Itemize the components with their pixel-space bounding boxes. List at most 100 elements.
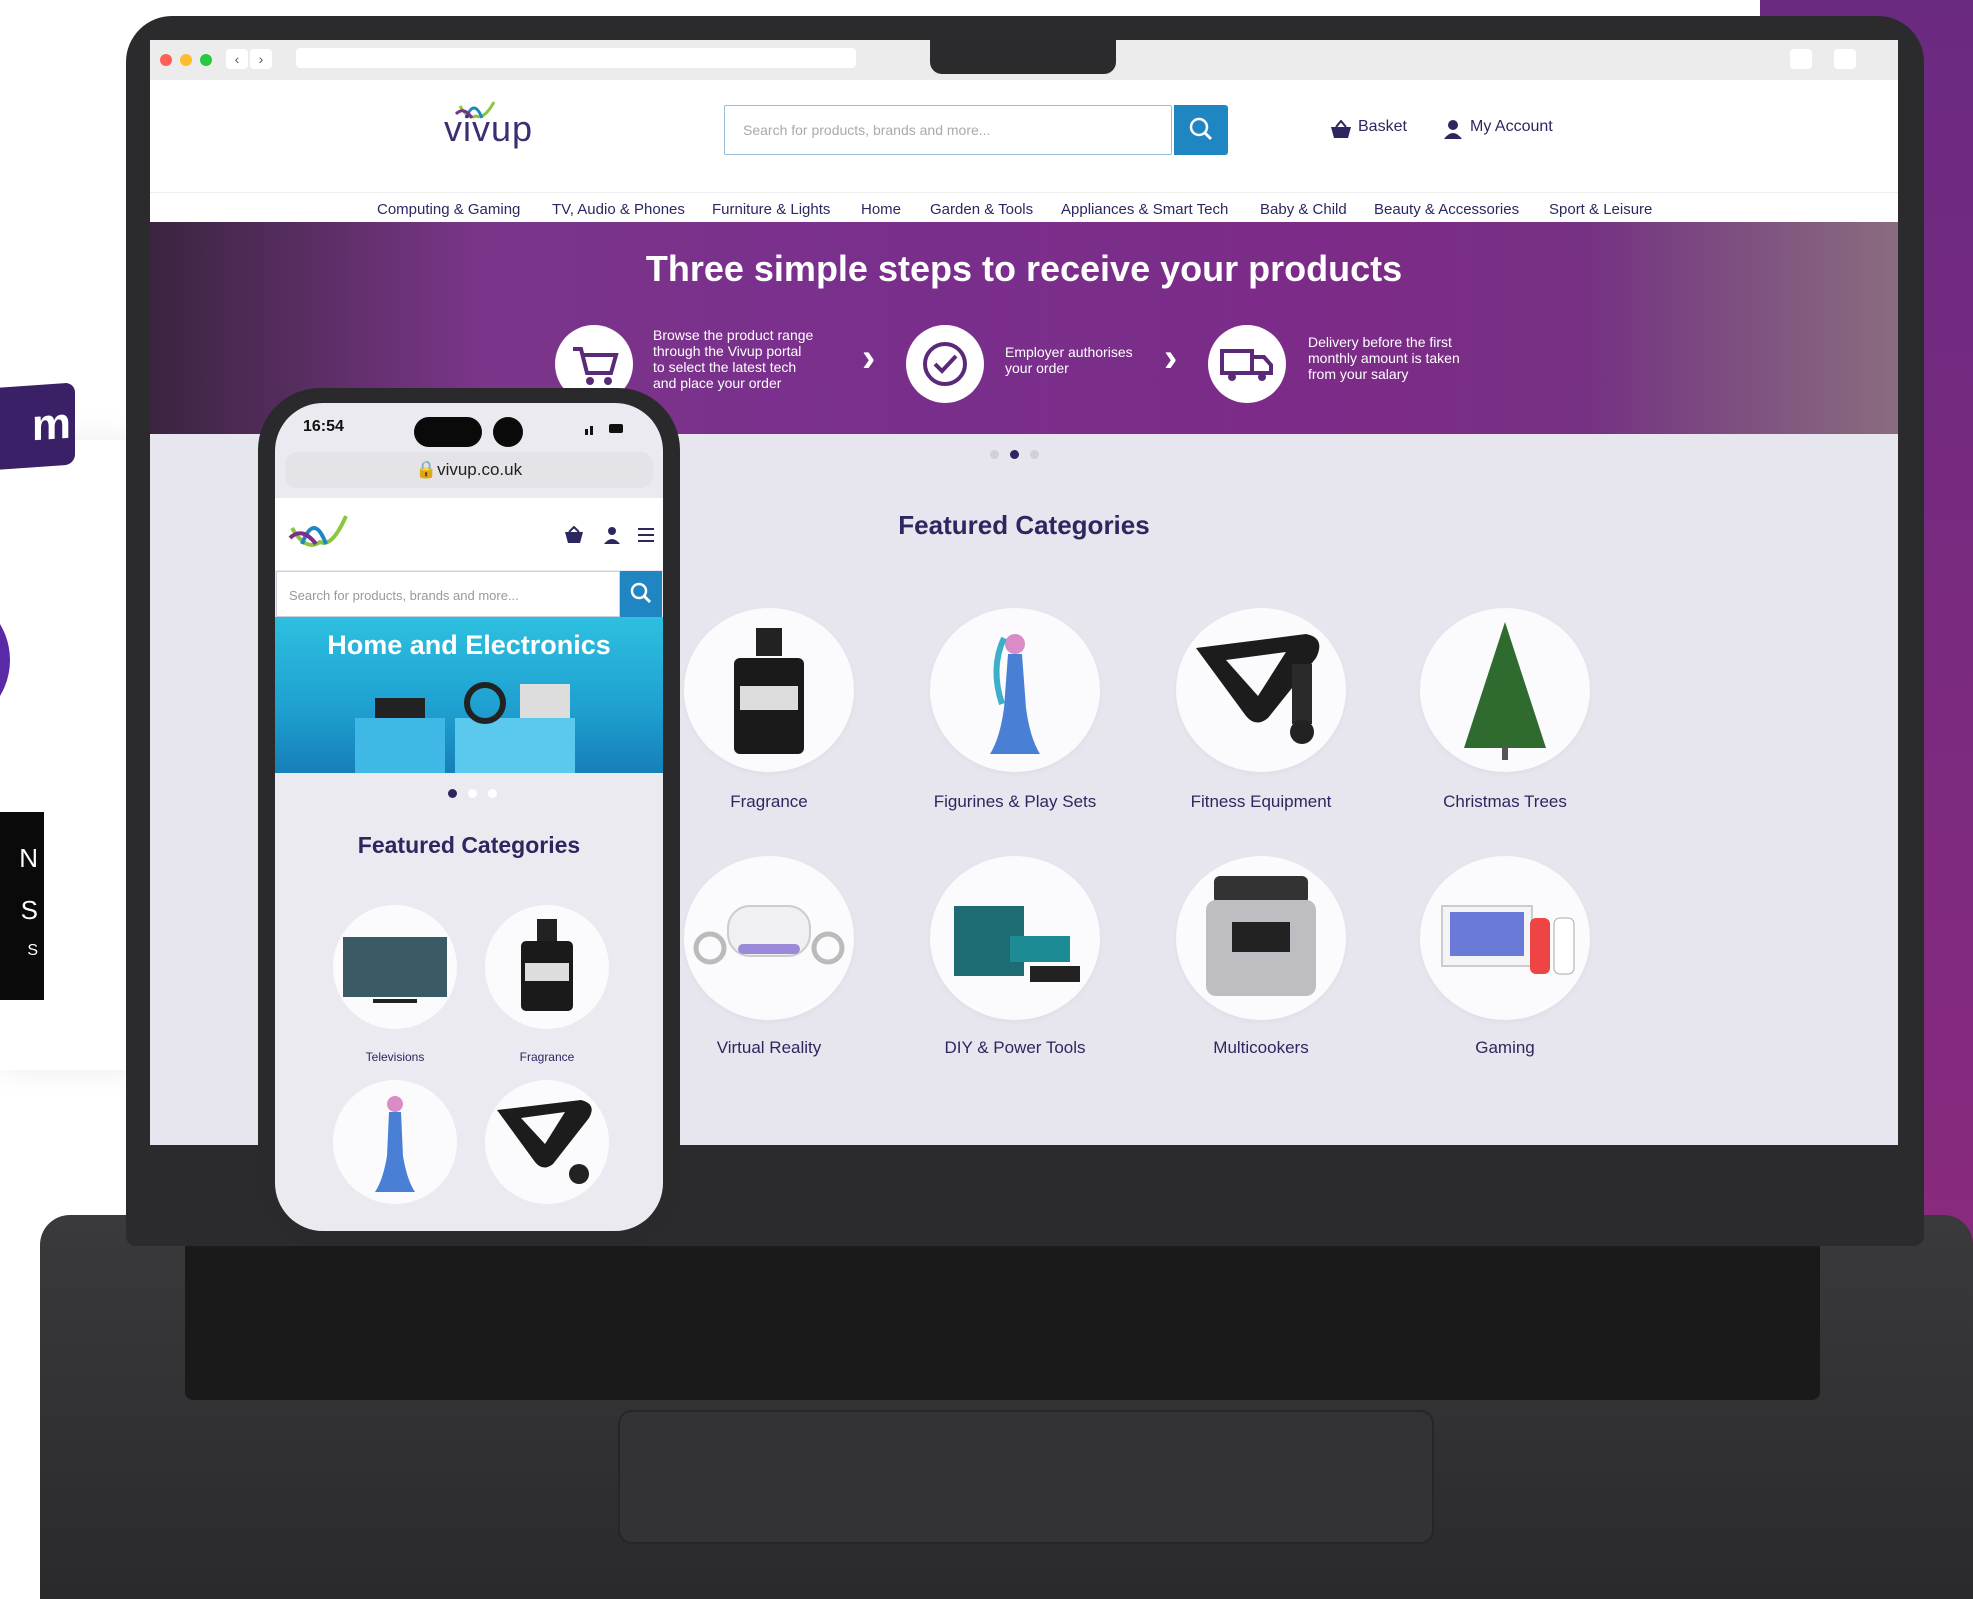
category-label-gaming[interactable]: Gaming: [1395, 1038, 1615, 1058]
nav-appliances-smart-tech[interactable]: Appliances & Smart Tech: [1061, 201, 1228, 218]
carousel-dot[interactable]: [990, 450, 999, 459]
battery-icon: [585, 424, 623, 435]
phone-carousel-dot[interactable]: [488, 789, 497, 798]
phone-dynamic-island: [414, 417, 482, 447]
nav-furniture-lights[interactable]: Furniture & Lights: [712, 201, 830, 218]
category-diy-image[interactable]: [930, 856, 1100, 1020]
vr-headset-icon: [693, 905, 845, 965]
carousel-dot[interactable]: [1030, 450, 1039, 459]
basket-icon[interactable]: [1330, 120, 1352, 140]
left-black-box: N S S: [0, 812, 44, 1000]
perfume-bottle-icon: [734, 628, 804, 754]
category-label-fragrance[interactable]: Fragrance: [659, 792, 879, 812]
category-multicookers-image[interactable]: [1176, 856, 1346, 1020]
share-icon[interactable]: [1790, 49, 1812, 69]
phone-menu-icon[interactable]: [638, 528, 654, 542]
category-label-vr[interactable]: Virtual Reality: [659, 1038, 879, 1058]
phone-category-televisions-image[interactable]: [333, 905, 457, 1029]
search-icon: [630, 582, 652, 604]
massage-gun-icon: [497, 1100, 592, 1184]
laptop-camera-notch: [930, 36, 1116, 74]
phone-time: 16:54: [303, 418, 344, 435]
phone-camera: [493, 417, 523, 447]
chevron-right-icon: ›: [1164, 336, 1178, 380]
phone-banner-title: Home and Electronics: [327, 630, 611, 660]
phone-carousel-dot-active[interactable]: [448, 789, 457, 798]
carousel-dot-active[interactable]: [1010, 450, 1019, 459]
step-1-text: Browse the product range through the Viv…: [653, 327, 814, 391]
category-label-fitness[interactable]: Fitness Equipment: [1151, 792, 1371, 812]
category-label-figurines[interactable]: Figurines & Play Sets: [905, 792, 1125, 812]
phone-status-icons: [585, 422, 625, 435]
phone-category-fragrance-image[interactable]: [485, 905, 609, 1029]
nav-garden-tools[interactable]: Garden & Tools: [930, 201, 1033, 218]
phone-basket-icon[interactable]: [564, 526, 584, 544]
laptop-trackpad: [618, 1410, 1434, 1544]
hero-title: Three simple steps to receive your produ…: [645, 248, 1403, 289]
step-3-circle: [1208, 325, 1286, 403]
left-tag: m: [0, 382, 75, 470]
close-window-button[interactable]: [160, 54, 172, 66]
logo-text[interactable]: vivup: [444, 108, 533, 150]
mermaid-doll-icon: [375, 1096, 415, 1192]
maximize-window-button[interactable]: [200, 54, 212, 66]
category-vr-image[interactable]: [684, 856, 854, 1020]
tabs-icon[interactable]: [1834, 49, 1856, 69]
phone-user-icon[interactable]: [604, 526, 620, 544]
step-3-text: Delivery before the first monthly amount…: [1308, 334, 1460, 382]
nav-tv-audio-phones[interactable]: TV, Audio & Phones: [552, 201, 685, 218]
category-label-christmas-trees[interactable]: Christmas Trees: [1395, 792, 1615, 812]
minimize-window-button[interactable]: [180, 54, 192, 66]
truck-icon: [1220, 349, 1273, 381]
phone-url-text: vivup.co.uk: [437, 460, 523, 479]
nav-beauty-accessories[interactable]: Beauty & Accessories: [1374, 201, 1519, 218]
search-icon: [1189, 117, 1213, 141]
phone-vivup-logo-icon[interactable]: [286, 508, 350, 554]
phone-category-label-televisions[interactable]: Televisions: [320, 1050, 470, 1064]
category-label-multicookers[interactable]: Multicookers: [1151, 1038, 1371, 1058]
left-black-line: N: [19, 843, 38, 873]
phone-featured-title: Featured Categories: [357, 832, 581, 858]
chevron-right-icon: ›: [862, 336, 876, 380]
laptop-keyboard: [185, 1240, 1820, 1400]
power-tools-icon: [954, 906, 1080, 982]
nav-sport-leisure[interactable]: Sport & Leisure: [1549, 201, 1652, 218]
phone-search-button[interactable]: [620, 571, 662, 617]
search-input[interactable]: Search for products, brands and more...: [724, 105, 1172, 155]
nav-baby-child[interactable]: Baby & Child: [1260, 201, 1347, 218]
phone-url-bar[interactable]: 🔒vivup.co.uk: [285, 452, 653, 488]
phone-carousel-dot[interactable]: [468, 789, 477, 798]
back-arrow-icon[interactable]: ‹: [226, 49, 248, 69]
nav-computing-gaming[interactable]: Computing & Gaming: [377, 201, 520, 218]
category-fitness-image[interactable]: [1176, 608, 1346, 772]
game-console-icon: [1441, 905, 1575, 975]
mermaid-doll-icon: [990, 634, 1040, 754]
browser-url-bar[interactable]: [296, 48, 856, 68]
search-button[interactable]: [1174, 105, 1228, 155]
basket-link[interactable]: Basket: [1358, 118, 1407, 136]
nav-home[interactable]: Home: [861, 201, 901, 218]
category-fragrance-image[interactable]: [684, 608, 854, 772]
massage-gun-icon: [1196, 634, 1320, 744]
category-figurines-image[interactable]: [930, 608, 1100, 772]
my-account-link[interactable]: My Account: [1470, 118, 1553, 136]
step-2-text: Employer authorises your order: [1005, 344, 1133, 376]
phone-search-input[interactable]: Search for products, brands and more...: [276, 571, 620, 617]
category-christmas-trees-image[interactable]: [1420, 608, 1590, 772]
left-black-line: S: [27, 942, 38, 959]
user-icon[interactable]: [1444, 119, 1462, 139]
phone-category-fitness-image[interactable]: [485, 1080, 609, 1204]
lock-icon: 🔒: [415, 460, 438, 479]
step-2-circle: [906, 325, 984, 403]
category-label-diy[interactable]: DIY & Power Tools: [905, 1038, 1125, 1058]
perfume-bottle-icon: [521, 919, 573, 1011]
category-gaming-image[interactable]: [1420, 856, 1590, 1020]
christmas-tree-icon: [1464, 622, 1546, 760]
television-icon: [343, 937, 447, 1003]
check-icon: [923, 342, 967, 386]
phone-category-label-fragrance[interactable]: Fragrance: [472, 1050, 622, 1064]
phone-category-figurines-image[interactable]: [333, 1080, 457, 1204]
forward-arrow-icon[interactable]: ›: [250, 49, 272, 69]
multicooker-icon: [1206, 876, 1316, 996]
electronics-illustration-icon: [355, 682, 575, 773]
